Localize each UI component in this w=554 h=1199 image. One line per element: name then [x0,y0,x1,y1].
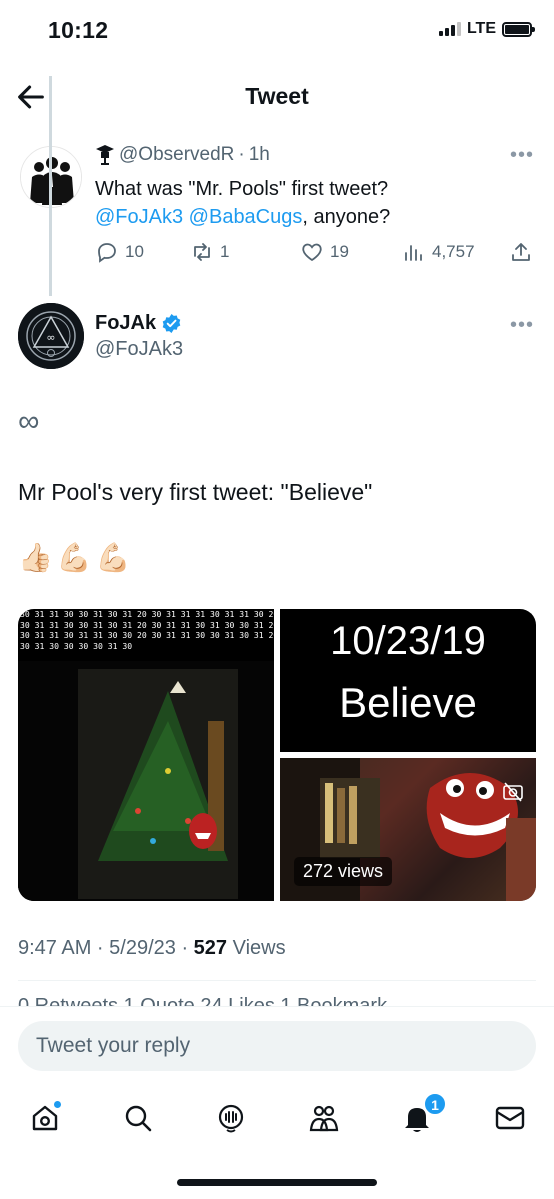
svg-text:∞: ∞ [46,331,55,344]
image-date-text: 10/23/19 [330,619,486,663]
notification-count-badge: 1 [423,1092,447,1116]
messages-icon [495,1106,525,1130]
emoji-row: 👍🏻 💪🏻 💪🏻 [18,541,131,574]
author-name[interactable]: FoJAk [95,312,182,335]
more-options-icon[interactable]: ••• [510,144,534,167]
communities-tab[interactable] [302,1096,346,1140]
retweet-count: 1 [220,242,230,261]
views-number: 527 [193,937,228,959]
reply-icon [98,243,116,263]
home-tab[interactable] [23,1096,67,1140]
media-grid: 30 31 31 30 30 31 30 31 20 30 31 31 31 3… [18,609,536,901]
nav-bar: Tweet [0,70,554,124]
media-video-bottom[interactable]: 272 views [280,758,536,901]
parent-tweet-text: What was "Mr. Pools" first tweet? @FoJAk… [95,178,391,228]
views-button[interactable]: 4,757 [402,240,475,264]
reply-area: Tweet your reply [0,1006,554,1086]
parent-handle[interactable]: @ObservedR [119,144,234,166]
network-label: LTE [466,20,496,37]
parent-time: 1h [248,144,270,165]
mention-link[interactable]: @FoJAk3 [95,206,183,228]
verified-badge-icon [162,313,181,334]
home-notification-dot [53,1100,62,1109]
reply-input[interactable]: Tweet your reply [18,1021,536,1071]
thread-line [49,76,52,296]
camera-off-icon [503,782,523,802]
separator-dot: · [238,144,245,165]
parent-tweet-header: @ObservedR · 1h [95,144,270,166]
infinity-symbol: ∞ [18,405,40,438]
reply-button[interactable]: 10 [95,240,144,264]
spaces-icon [218,1104,244,1133]
page-title: Tweet [245,83,309,109]
binary-numbers-text: 30 31 31 30 30 31 30 31 20 30 31 31 31 3… [20,609,274,651]
share-button[interactable] [509,240,533,264]
search-tab[interactable] [116,1096,160,1140]
tweet-text: Mr Pool's very first tweet: "Believe" [18,479,373,505]
retweet-icon [194,243,210,261]
image-word-text: Believe [339,679,477,726]
parent-tweet[interactable]: @ObservedR · 1h ••• What was "Mr. Pools"… [0,138,554,298]
thumbs-up-emoji: 👍🏻 [18,542,53,573]
status-indicators: LTE [438,20,535,38]
flexed-biceps-emoji: 💪🏻 [95,542,131,573]
mention-link[interactable]: @BabaCugs [189,206,303,228]
signal-icon [438,22,461,36]
graduation-cap-icon [96,145,114,165]
heart-icon [302,243,322,262]
battery-icon [502,21,535,37]
bottom-tab-bar: 1 [0,1086,554,1156]
divider [18,980,536,981]
video-views-badge: 272 views [294,857,393,886]
tweet-timestamp: 9:47 AM · 5/29/23 · 527 Views [18,937,286,959]
reply-count: 10 [125,242,144,261]
retweet-button[interactable]: 1 [190,240,229,264]
home-indicator[interactable] [177,1179,377,1186]
like-button[interactable]: 19 [300,240,349,264]
like-count: 19 [330,242,349,261]
christmas-tree-image [18,661,274,901]
more-options-icon[interactable]: ••• [510,314,534,337]
tweet-actions: 10 1 19 4,757 [95,240,535,270]
author-handle[interactable]: @FoJAk3 [95,338,183,361]
notifications-tab[interactable]: 1 [395,1092,447,1140]
spaces-tab[interactable] [209,1096,253,1140]
share-icon [512,243,530,261]
views-chart-icon [405,245,422,261]
messages-tab[interactable] [488,1096,532,1140]
flexed-biceps-emoji: 💪🏻 [56,542,92,573]
communities-icon [309,1105,339,1132]
status-time: 10:12 [48,17,109,43]
avatar[interactable]: ∞ [18,303,84,369]
media-image-believe[interactable]: 10/23/19 Believe [280,609,536,752]
views-count: 4,757 [432,242,475,261]
media-video-left[interactable]: 30 31 31 30 30 31 30 31 20 30 31 31 31 3… [18,609,274,901]
status-bar: 10:12 LTE [0,0,554,62]
search-icon [125,1105,152,1132]
